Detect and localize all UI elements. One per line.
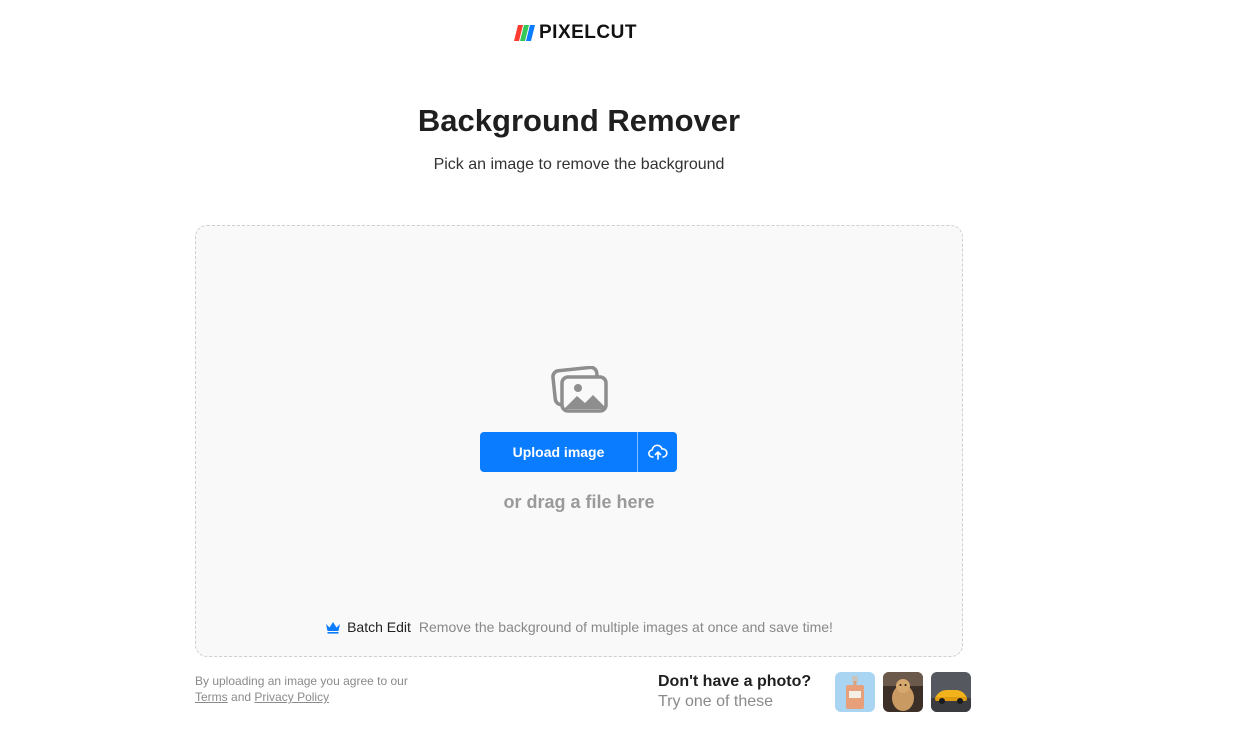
perfume-thumbnail [835, 672, 876, 712]
upload-dropzone[interactable]: Upload image or drag a file here Batch E… [195, 225, 963, 657]
legal-and: and [231, 690, 252, 704]
upload-options-button[interactable] [637, 432, 677, 472]
upload-image-button[interactable]: Upload image [480, 432, 637, 472]
sample-photos: Don't have a photo? Try one of these [658, 672, 972, 712]
sample-thumb-perfume[interactable] [835, 672, 876, 712]
upload-button-group: Upload image [480, 432, 677, 472]
page-subtitle: Pick an image to remove the background [433, 156, 725, 173]
drag-hint: or drag a file here [503, 492, 655, 512]
crown-icon [326, 622, 341, 634]
sample-photos-text: Don't have a photo? Try one of these [658, 672, 811, 712]
sample-photos-question: Don't have a photo? [658, 673, 812, 690]
logo-text: PIXELCUT [539, 22, 637, 43]
sample-thumb-car[interactable] [931, 672, 972, 712]
page-title: Background Remover [417, 103, 741, 138]
batch-edit-promo[interactable]: Batch Edit Remove the background of mult… [196, 619, 962, 635]
pixelcut-logo[interactable]: PIXELCUT [514, 22, 637, 44]
page: PIXELCUT Background Remover Pick an imag… [0, 0, 1243, 753]
batch-edit-label: Batch Edit [347, 619, 411, 635]
dog-thumbnail [883, 672, 924, 712]
legal-text: By uploading an image you agree to our [195, 674, 408, 688]
photos-icon [551, 366, 608, 413]
sample-thumb-dog[interactable] [883, 672, 924, 712]
privacy-policy-link[interactable]: Privacy Policy [254, 690, 329, 704]
terms-link[interactable]: Terms [195, 690, 228, 704]
legal-notice: By uploading an image you agree to our T… [195, 673, 408, 705]
batch-edit-description: Remove the background of multiple images… [418, 619, 833, 635]
logo-mark-icon [514, 25, 535, 41]
car-thumbnail [931, 672, 972, 712]
sample-photos-prompt: Try one of these [658, 693, 774, 710]
cloud-upload-icon [647, 444, 668, 460]
